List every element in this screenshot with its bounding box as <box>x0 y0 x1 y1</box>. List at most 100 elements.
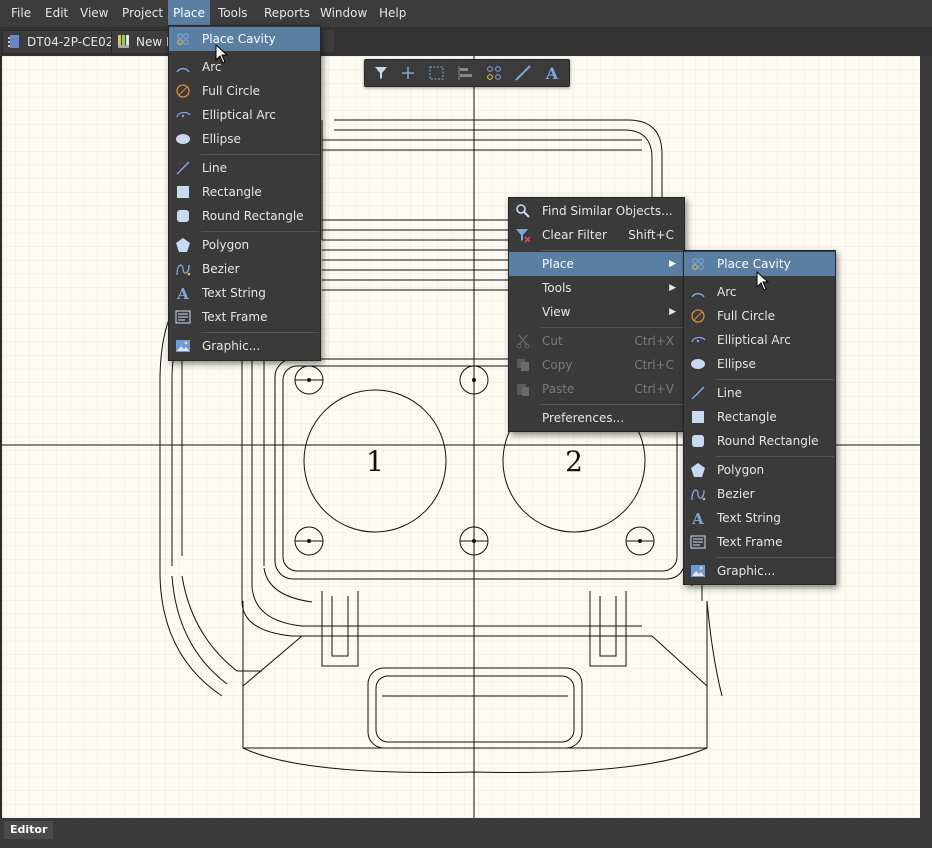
menu-item-label: Bezier <box>717 487 755 501</box>
submenu-item-full-circle[interactable]: Full Circle <box>684 304 835 328</box>
menu-item-round-rectangle[interactable]: Round Rectangle <box>169 204 320 228</box>
graphic-icon <box>176 340 190 352</box>
menu-item-full-circle[interactable]: Full Circle <box>169 79 320 103</box>
menu-item-copy[interactable]: Copy Ctrl+C <box>509 353 684 377</box>
menu-file[interactable]: File <box>6 0 36 27</box>
polygon-icon <box>691 463 705 477</box>
menu-item-find-similar[interactable]: Find Similar Objects... <box>509 199 684 223</box>
menu-separator <box>716 557 834 558</box>
filter-icon[interactable] <box>370 63 392 83</box>
ellipse-icon <box>691 359 705 369</box>
menu-place[interactable]: Place <box>168 0 210 27</box>
menu-item-label: Round Rectangle <box>202 209 304 223</box>
menu-item-polygon[interactable]: Polygon <box>169 233 320 257</box>
menu-item-text-frame[interactable]: Text Frame <box>169 305 320 329</box>
cross-hair-icon[interactable] <box>397 63 419 83</box>
graphic-icon <box>691 565 705 577</box>
align-icon[interactable] <box>454 63 476 83</box>
menu-item-label: Tools <box>542 281 572 295</box>
menu-item-cut[interactable]: Cut Ctrl+X <box>509 329 684 353</box>
select-rect-icon[interactable] <box>426 63 448 83</box>
menu-item-label: Text Frame <box>202 310 268 324</box>
submenu-item-graphic[interactable]: Graphic... <box>684 559 835 583</box>
menu-item-paste[interactable]: Paste Ctrl+V <box>509 377 684 401</box>
menu-item-bezier[interactable]: Bezier <box>169 257 320 281</box>
cut-icon <box>516 334 530 349</box>
menu-item-label: Text String <box>717 511 781 525</box>
text-icon[interactable]: A <box>541 63 563 83</box>
menu-item-arc[interactable]: Arc <box>169 55 320 79</box>
menu-item-label: Paste <box>542 382 575 396</box>
menu-item-line[interactable]: Line <box>169 156 320 180</box>
menu-item-label: Find Similar Objects... <box>542 204 673 218</box>
menu-item-clear-filter[interactable]: Clear Filter Shift+C <box>509 223 684 247</box>
submenu-item-polygon[interactable]: Polygon <box>684 458 835 482</box>
shortcut-label: Ctrl+C <box>634 358 674 372</box>
submenu-item-round-rectangle[interactable]: Round Rectangle <box>684 429 835 453</box>
menu-item-label: Ellipse <box>202 132 241 146</box>
menu-item-place[interactable]: Place ▶ <box>509 252 684 276</box>
submenu-item-text-frame[interactable]: Text Frame <box>684 530 835 554</box>
menu-item-tools[interactable]: Tools ▶ <box>509 276 684 300</box>
mouse-cursor-icon <box>215 44 229 64</box>
text-frame-icon <box>175 310 191 324</box>
menu-separator <box>201 332 319 333</box>
menu-edit[interactable]: Edit <box>40 0 73 27</box>
menu-item-elliptical-arc[interactable]: Elliptical Arc <box>169 103 320 127</box>
menu-item-label: Arc <box>717 285 737 299</box>
context-menu: Find Similar Objects... Clear Filter Shi… <box>508 197 685 432</box>
menu-item-label: Cut <box>542 334 563 348</box>
text-string-icon: A <box>176 285 189 301</box>
menu-item-text-string[interactable]: A Text String <box>169 281 320 305</box>
menu-item-label: Line <box>717 386 743 400</box>
submenu-arrow-icon: ▶ <box>669 259 676 269</box>
place-cavity-icon[interactable] <box>483 63 505 83</box>
svg-text:A: A <box>691 510 704 526</box>
menu-item-label: Rectangle <box>717 410 777 424</box>
menu-separator <box>541 327 683 328</box>
cavity-label-1: 1 <box>366 445 384 478</box>
round-rectangle-icon <box>692 435 704 447</box>
submenu-item-line[interactable]: Line <box>684 381 835 405</box>
submenu-item-elliptical-arc[interactable]: Elliptical Arc <box>684 328 835 352</box>
menu-project[interactable]: Project <box>117 0 168 27</box>
paste-icon <box>517 384 529 396</box>
menu-help[interactable]: Help <box>374 0 411 27</box>
menu-item-label: Bezier <box>202 262 240 276</box>
menu-item-place-cavity[interactable]: Place Cavity <box>169 27 320 51</box>
rectangle-icon <box>177 186 189 198</box>
menu-view[interactable]: View <box>75 0 113 27</box>
line-icon[interactable] <box>512 63 534 83</box>
right-panel-strip <box>920 56 932 818</box>
menu-separator <box>716 379 834 380</box>
menu-reports[interactable]: Reports <box>259 0 315 27</box>
menu-item-preferences[interactable]: Preferences... <box>509 406 684 430</box>
arc-icon <box>176 67 190 73</box>
menu-item-label: Clear Filter <box>542 228 607 242</box>
menu-item-ellipse[interactable]: Ellipse <box>169 127 320 151</box>
arc-icon <box>691 292 705 298</box>
menu-item-label: Full Circle <box>717 309 776 323</box>
menu-item-label: Copy <box>542 358 573 372</box>
editor-panel-tab[interactable]: Editor <box>4 821 54 839</box>
rectangle-icon <box>692 411 704 423</box>
menu-window[interactable]: Window <box>315 0 372 27</box>
menu-tools[interactable]: Tools <box>213 0 253 27</box>
submenu-item-ellipse[interactable]: Ellipse <box>684 352 835 376</box>
menu-item-graphic[interactable]: Graphic... <box>169 334 320 358</box>
mouse-cursor-icon <box>756 271 770 291</box>
submenu-item-rectangle[interactable]: Rectangle <box>684 405 835 429</box>
menu-item-label: Place Cavity <box>202 32 276 46</box>
line-icon <box>691 386 705 400</box>
place-submenu: Place Cavity Arc Full Circle Elliptical … <box>683 250 836 585</box>
menu-item-label: Place <box>542 257 574 271</box>
menu-item-rectangle[interactable]: Rectangle <box>169 180 320 204</box>
menu-item-view[interactable]: View ▶ <box>509 300 684 324</box>
find-similar-icon <box>516 204 530 218</box>
menu-item-label: Polygon <box>717 463 765 477</box>
submenu-item-text-string[interactable]: A Text String <box>684 506 835 530</box>
menu-item-label: Line <box>202 161 228 175</box>
submenu-item-bezier[interactable]: Bezier <box>684 482 835 506</box>
menu-item-label: Round Rectangle <box>717 434 819 448</box>
text-string-icon: A <box>691 510 704 526</box>
